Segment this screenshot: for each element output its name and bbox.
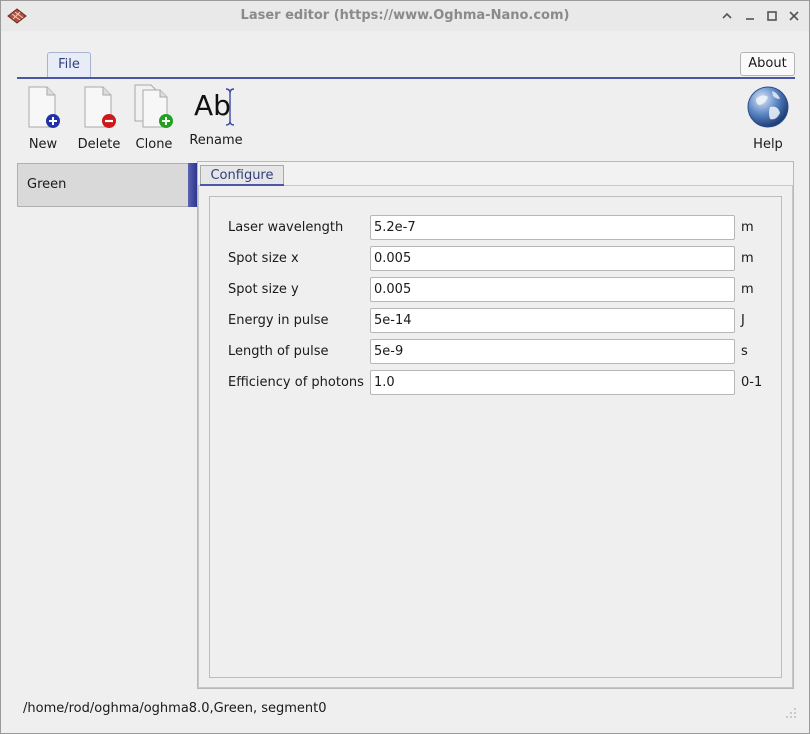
delete-button[interactable]: Delete <box>77 83 121 152</box>
laser-editor-window: Laser editor (https://www.Oghma-Nano.com… <box>0 0 810 734</box>
close-icon[interactable] <box>787 9 801 23</box>
spot-size-y-input[interactable] <box>370 277 735 302</box>
title-bar[interactable]: Laser editor (https://www.Oghma-Nano.com… <box>1 1 809 31</box>
spot-size-x-unit: m <box>741 251 754 266</box>
help-button[interactable]: Help <box>746 83 790 152</box>
efficiency-of-photons-unit: 0-1 <box>741 375 763 390</box>
delete-label: Delete <box>77 137 121 152</box>
length-of-pulse-label: Length of pulse <box>228 344 329 359</box>
length-of-pulse-input[interactable] <box>370 339 735 364</box>
about-button[interactable]: About <box>740 52 795 76</box>
energy-in-pulse-label: Energy in pulse <box>228 313 329 328</box>
tab-configure-underline <box>200 184 284 186</box>
chevron-up-icon[interactable] <box>720 9 734 23</box>
minimize-icon[interactable] <box>743 9 757 23</box>
menu-divider <box>17 77 795 79</box>
globe-help-icon <box>747 86 789 128</box>
resize-grip-icon[interactable] <box>785 707 797 719</box>
sidebar-item-green[interactable]: Green <box>17 163 189 207</box>
status-path: /home/rod/oghma/oghma8.0,Green, segment0 <box>23 701 327 716</box>
maximize-icon[interactable] <box>765 9 779 23</box>
spot-size-x-input[interactable] <box>370 246 735 271</box>
efficiency-of-photons-label: Efficiency of photons <box>228 375 364 390</box>
energy-in-pulse-input[interactable] <box>370 308 735 333</box>
clone-label: Clone <box>135 137 173 152</box>
rename-button[interactable]: Ab Rename <box>188 83 244 148</box>
new-document-icon <box>28 86 60 128</box>
efficiency-of-photons-input[interactable] <box>370 370 735 395</box>
clone-button[interactable]: Clone <box>133 83 175 152</box>
tab-file[interactable]: File <box>47 52 91 77</box>
spot-size-y-label: Spot size y <box>228 282 299 297</box>
sidebar-selection-marker <box>188 163 197 207</box>
laser-wavelength-label: Laser wavelength <box>228 220 344 235</box>
energy-in-pulse-unit: J <box>741 313 745 328</box>
text-cursor-icon <box>225 88 235 126</box>
help-label: Help <box>753 137 783 152</box>
new-button[interactable]: New <box>25 83 61 152</box>
tab-configure[interactable]: Configure <box>200 165 284 185</box>
laser-wavelength-input[interactable] <box>370 215 735 240</box>
delete-document-icon <box>84 86 116 128</box>
clone-document-icon <box>134 84 173 128</box>
spot-size-x-label: Spot size x <box>228 251 299 266</box>
laser-wavelength-unit: m <box>741 220 754 235</box>
window-title: Laser editor (https://www.Oghma-Nano.com… <box>240 8 570 23</box>
spot-size-y-unit: m <box>741 282 754 297</box>
length-of-pulse-unit: s <box>741 344 748 359</box>
rename-icon: Ab <box>188 83 244 131</box>
new-label: New <box>28 137 58 152</box>
rename-label: Rename <box>189 133 243 148</box>
